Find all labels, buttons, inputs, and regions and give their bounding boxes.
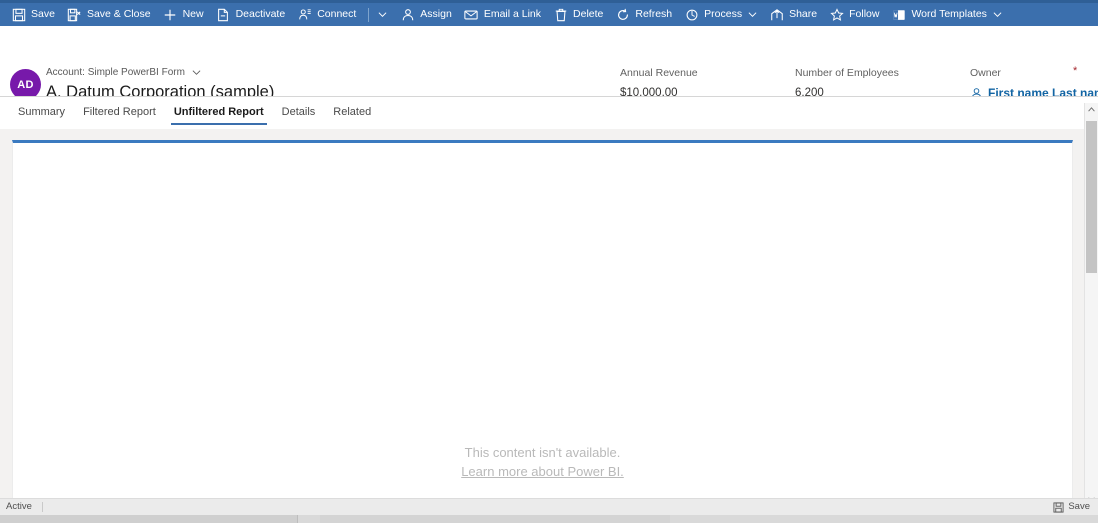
command-delete-button[interactable]: Delete xyxy=(547,3,609,26)
command-label: Refresh xyxy=(635,7,673,20)
scrollbar-thumb[interactable] xyxy=(1086,121,1097,273)
command-word-templates-button[interactable]: Word Templates xyxy=(885,3,1007,26)
status-bar-save-button[interactable]: Save xyxy=(1053,501,1098,513)
command-label: Deactivate xyxy=(235,7,286,20)
command-assign-button[interactable]: Assign xyxy=(394,3,458,26)
chevron-down-icon xyxy=(993,10,1002,19)
tab-related[interactable]: Related xyxy=(324,97,380,127)
command-label: Follow xyxy=(849,7,880,20)
share-icon xyxy=(769,7,784,22)
tab-label: Summary xyxy=(18,106,66,118)
learn-more-link[interactable]: Learn more about Power BI. xyxy=(13,462,1072,481)
scroll-up-icon[interactable] xyxy=(1085,103,1098,116)
command-overflow-chevron-button[interactable] xyxy=(371,3,394,26)
status-bar-left: Active xyxy=(0,501,43,513)
command-refresh-button[interactable]: Refresh xyxy=(609,3,678,26)
command-save-button[interactable]: Save xyxy=(5,3,61,26)
field-label: Owner xyxy=(970,67,1001,79)
command-follow-button[interactable]: Follow xyxy=(823,3,885,26)
app-root: Save Save & Close New Deactivate Connect Assi… xyxy=(0,0,1098,523)
status-bar: Active Save xyxy=(0,498,1098,515)
email-link-icon xyxy=(464,7,479,22)
command-process-button[interactable]: Process xyxy=(678,3,763,26)
content-area: This content isn't available. Learn more… xyxy=(0,129,1098,506)
status-separator xyxy=(41,502,43,512)
command-save-close-button[interactable]: Save & Close xyxy=(61,3,157,26)
command-email-a-link-button[interactable]: Email a Link xyxy=(458,3,547,26)
assign-icon xyxy=(400,7,415,22)
save-close-icon xyxy=(67,7,82,22)
tab-list: Summary Filtered Report Unfiltered Report D… xyxy=(0,97,1098,129)
tab-label: Unfiltered Report xyxy=(173,106,264,118)
save-icon xyxy=(11,7,26,22)
command-new-button[interactable]: New xyxy=(157,3,210,26)
command-deactivate-button[interactable]: Deactivate xyxy=(210,3,292,26)
field-label: Annual Revenue xyxy=(620,67,698,79)
empty-state-message: This content isn't available. xyxy=(464,445,621,460)
tab-summary[interactable]: Summary xyxy=(9,97,74,127)
refresh-icon xyxy=(615,7,630,22)
deactivate-icon xyxy=(216,7,231,22)
command-label: Assign xyxy=(420,7,452,20)
powerbi-report-panel: This content isn't available. Learn more… xyxy=(12,140,1073,503)
chevron-down-icon xyxy=(192,68,201,77)
field-label-row: Owner * xyxy=(970,66,1098,80)
tab-label: Filtered Report xyxy=(83,106,156,118)
horizontal-scrollbar-track-segment[interactable] xyxy=(320,515,670,523)
command-label: Connect xyxy=(317,7,357,20)
command-label: Email a Link xyxy=(483,7,542,20)
field-label: Number of Employees xyxy=(795,67,899,79)
command-label: New xyxy=(182,7,204,20)
command-share-button[interactable]: Share xyxy=(763,3,823,26)
delete-icon xyxy=(553,7,568,22)
command-label: Save xyxy=(31,7,55,20)
record-header: AD Account: Simple PowerBI Form A. Datum… xyxy=(0,26,1098,101)
save-label: Save xyxy=(1068,501,1090,512)
tab-details[interactable]: Details xyxy=(273,97,325,127)
horizontal-scrollbar[interactable] xyxy=(0,515,1098,523)
command-label: Save & Close xyxy=(86,7,151,20)
status-badge: Active xyxy=(6,501,32,512)
required-marker: * xyxy=(1072,65,1078,77)
command-connect-button[interactable]: Connect xyxy=(291,3,362,26)
word-templates-icon xyxy=(891,7,906,22)
process-icon xyxy=(684,7,699,22)
vertical-scrollbar[interactable] xyxy=(1084,103,1098,506)
tab-label: Details xyxy=(281,106,316,118)
tab-label: Related xyxy=(333,106,372,118)
command-label: Process xyxy=(704,7,743,20)
empty-state: This content isn't available. Learn more… xyxy=(13,443,1072,481)
horizontal-scrollbar-thumb[interactable] xyxy=(0,515,298,523)
command-label: Delete xyxy=(573,7,604,20)
save-icon xyxy=(1053,501,1064,513)
follow-star-icon xyxy=(829,7,844,22)
chevron-down-icon xyxy=(748,10,757,19)
command-label: Share xyxy=(789,7,818,20)
command-bar-separator xyxy=(368,7,370,22)
plus-icon xyxy=(163,7,178,22)
tab-unfiltered-report[interactable]: Unfiltered Report xyxy=(165,97,273,127)
form-selector[interactable]: Account: Simple PowerBI Form xyxy=(46,66,274,79)
command-label: Word Templates xyxy=(911,7,987,20)
chevron-down-icon xyxy=(378,10,387,19)
connect-icon xyxy=(297,7,312,22)
tab-filtered-report[interactable]: Filtered Report xyxy=(74,97,165,127)
command-bar: Save Save & Close New Deactivate Connect Assi… xyxy=(0,3,1098,26)
form-name-label: Account: Simple PowerBI Form xyxy=(46,67,185,78)
